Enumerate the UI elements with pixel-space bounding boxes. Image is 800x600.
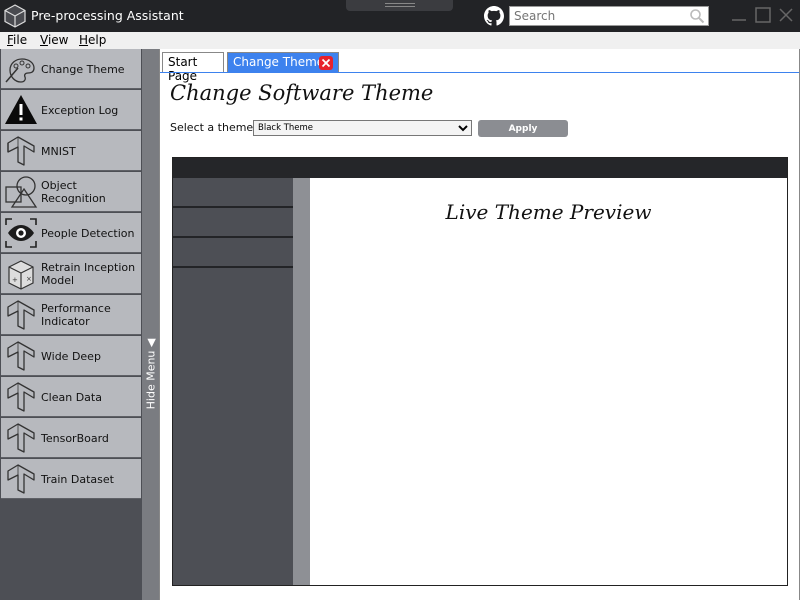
menu-bar: File View Help [0, 32, 800, 50]
search-input[interactable] [510, 7, 680, 25]
sidebar-item-train-dataset[interactable]: Train Dataset [1, 459, 141, 499]
tensorflow-icon [7, 341, 35, 371]
sidebar-item-object-recognition[interactable]: Object Recognition [1, 172, 141, 212]
title-bar[interactable]: Pre-processing Assistant [0, 0, 800, 32]
minimize-icon[interactable] [729, 5, 749, 25]
tab-underline [160, 72, 799, 73]
sidebar-item-label: TensorBoard [41, 431, 109, 445]
app-title: Pre-processing Assistant [31, 8, 184, 23]
preview-title-bar [173, 158, 787, 178]
tensorflow-icon [7, 382, 35, 412]
tensorflow-icon [7, 300, 35, 330]
drag-handle[interactable] [346, 0, 453, 11]
sidebar-item-tensorboard[interactable]: TensorBoard [1, 418, 141, 458]
close-icon[interactable] [776, 5, 796, 25]
tensorflow-icon [7, 423, 35, 453]
sidebar-item-label: Change Theme [41, 62, 125, 76]
sidebar-item-retrain-inception-model[interactable]: + × Retrain Inception Model [1, 254, 141, 294]
sidebar-item-label: Clean Data [41, 390, 102, 404]
search-icon[interactable] [689, 8, 705, 24]
theme-select-label: Select a theme [170, 121, 254, 134]
sidebar-item-exception-log[interactable]: Exception Log [1, 90, 141, 130]
eye-icon [5, 218, 37, 248]
box-icon: + × [8, 260, 34, 290]
sidebar-item-label: Wide Deep [41, 349, 101, 363]
svg-text:+: + [12, 276, 18, 284]
preview-sidebar-item [173, 178, 293, 208]
tab-close-icon[interactable] [319, 56, 333, 70]
sidebar-item-wide-deep[interactable]: Wide Deep [1, 336, 141, 376]
menu-file[interactable]: File [7, 33, 27, 47]
preview-content: Live Theme Preview [310, 178, 787, 585]
preview-title: Live Theme Preview [445, 200, 652, 224]
sidebar-item-label: Object Recognition [41, 179, 106, 205]
preview-sidebar-item [173, 238, 293, 268]
sidebar-item-label: People Detection [41, 226, 135, 240]
sidebar-item-label: Exception Log [41, 103, 119, 117]
sidebar-item-performance-indicator[interactable]: Performance Indicator [1, 295, 141, 335]
main-content: Start Page Change Theme Change Software … [159, 49, 800, 600]
sidebar-item-label: Train Dataset [41, 472, 114, 486]
sidebar-item-mnist[interactable]: MNIST [1, 131, 141, 171]
sidebar-item-label: Retrain Inception Model [41, 261, 136, 287]
svg-text:×: × [26, 275, 32, 283]
menu-view[interactable]: View [40, 33, 68, 47]
sidebar-item-label: Performance Indicator [41, 302, 111, 328]
github-icon[interactable] [484, 6, 504, 26]
preview-sidebar-item [173, 208, 293, 238]
maximize-icon[interactable] [753, 5, 773, 25]
menu-help[interactable]: Help [79, 33, 106, 47]
tensorflow-icon [7, 136, 35, 166]
hide-menu-label: Hide Menu ◀ [144, 338, 157, 410]
sidebar-item-label: MNIST [41, 144, 76, 158]
apply-button[interactable]: Apply [478, 120, 568, 137]
hide-menu-toggle[interactable]: Hide Menu ◀ [142, 49, 159, 600]
warning-icon [5, 95, 37, 124]
palette-icon [5, 58, 35, 83]
sidebar-item-clean-data[interactable]: Clean Data [1, 377, 141, 417]
sidebar-item-people-detection[interactable]: People Detection [1, 213, 141, 253]
theme-select[interactable]: Black Theme [253, 120, 472, 136]
tensorflow-icon [7, 464, 35, 494]
sidebar-item-change-theme[interactable]: Change Theme [1, 49, 141, 89]
shapes-icon [5, 176, 38, 208]
sidebar: Change Theme Exception Log MNIST Object … [0, 49, 142, 600]
tab-change-theme[interactable]: Change Theme [227, 52, 339, 72]
page-title: Change Software Theme [170, 81, 434, 105]
search-box[interactable] [509, 6, 709, 26]
theme-preview: Live Theme Preview [172, 157, 788, 586]
tab-start-page[interactable]: Start Page [162, 52, 224, 83]
preview-hide-strip [293, 178, 310, 585]
preview-sidebar [173, 178, 293, 585]
cube-logo-icon [4, 4, 26, 28]
